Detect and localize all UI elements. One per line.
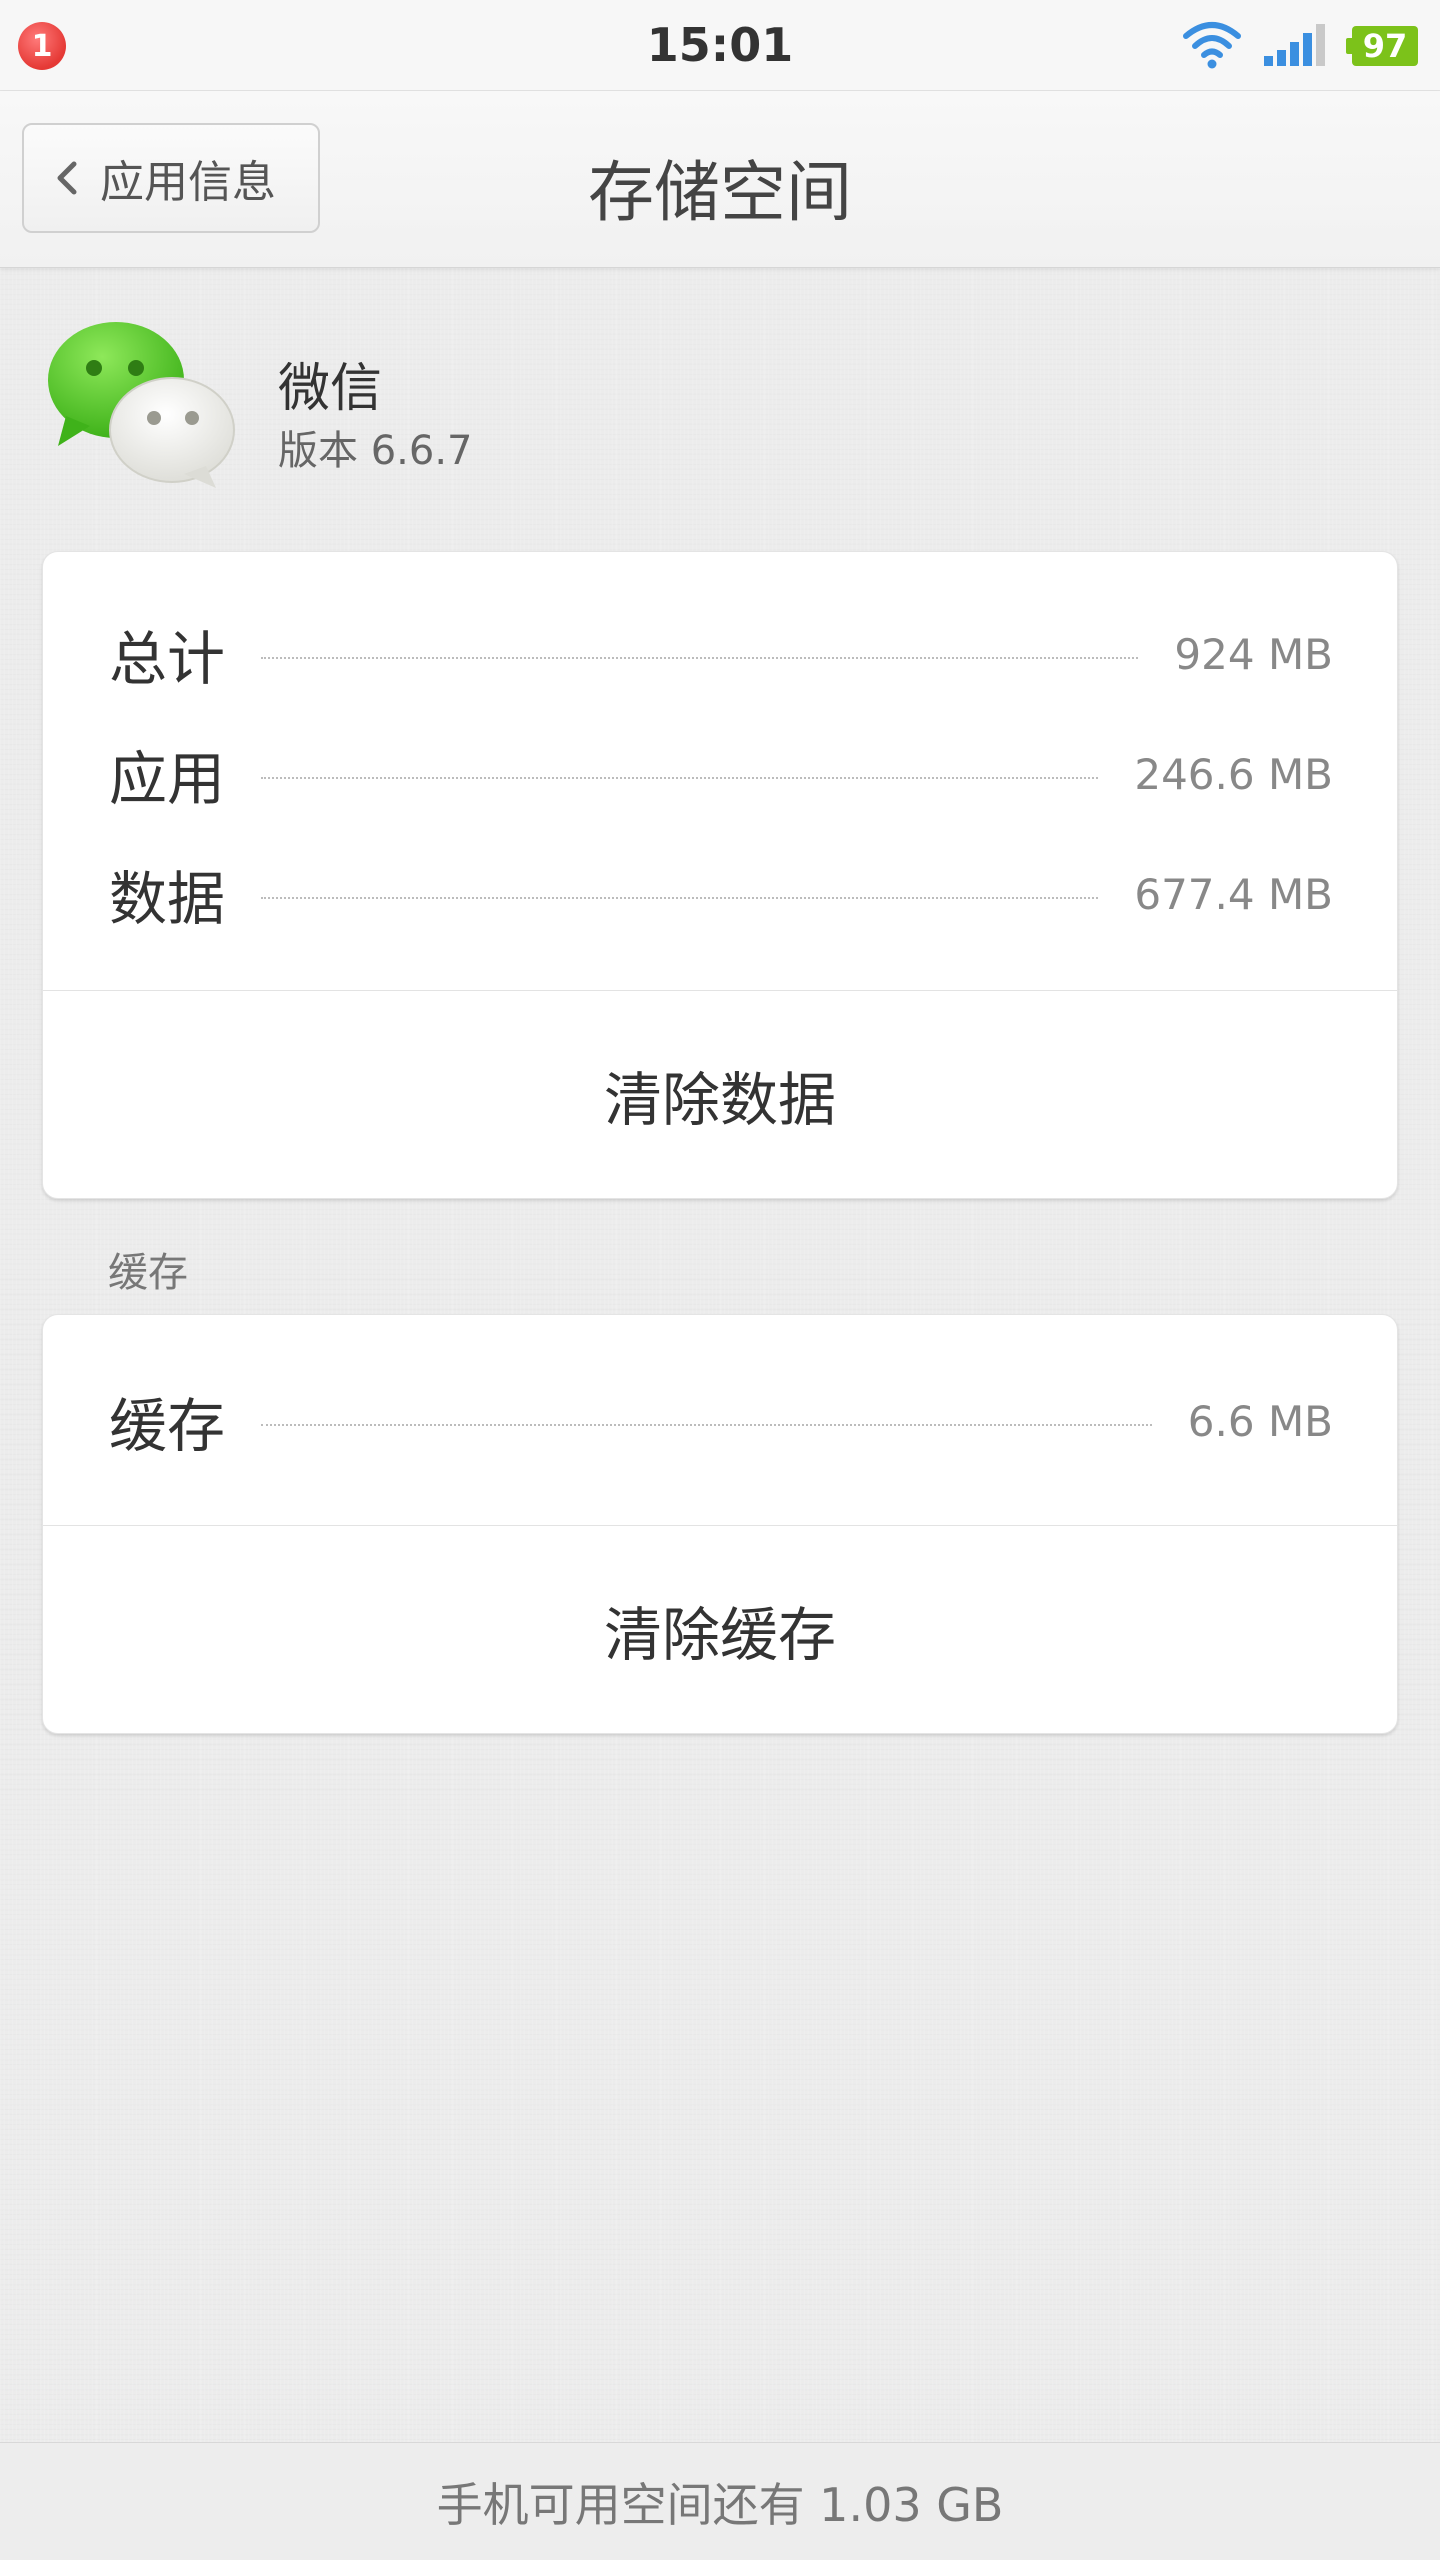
- row-value: 677.4 MB: [1134, 869, 1333, 919]
- page-title: 存储空间: [588, 154, 852, 231]
- available-space-footer: 手机可用空间还有 1.03 GB: [0, 2442, 1440, 2560]
- storage-row-data: 数据 677.4 MB: [109, 854, 1333, 934]
- signal-icon: [1264, 24, 1325, 66]
- storage-card: 总计 924 MB 应用 246.6 MB 数据 677.4 MB 清除数据: [42, 551, 1398, 1199]
- clear-cache-button[interactable]: 清除缓存: [43, 1526, 1397, 1734]
- dotted-leader: [261, 657, 1139, 659]
- storage-row-app: 应用 246.6 MB: [109, 734, 1333, 814]
- row-label: 应用: [109, 745, 226, 813]
- cache-section-label: 缓存: [108, 1250, 188, 1296]
- clear-data-button[interactable]: 清除数据: [43, 991, 1397, 1199]
- storage-row-total: 总计 924 MB: [109, 614, 1333, 694]
- wifi-icon: [1183, 22, 1241, 69]
- row-value: 924 MB: [1174, 629, 1333, 679]
- status-bar: 1 15:01 97: [0, 0, 1440, 91]
- battery-icon: 97: [1346, 26, 1418, 66]
- row-label: 数据: [109, 865, 226, 933]
- wechat-icon: [48, 322, 235, 488]
- battery-level: 97: [1362, 27, 1408, 65]
- cache-card: 缓存 6.6 MB 清除缓存: [42, 1314, 1398, 1734]
- title-bar: 应用信息 存储空间: [0, 91, 1440, 268]
- dotted-leader: [261, 1424, 1152, 1426]
- row-label: 缓存: [109, 1392, 226, 1460]
- dotted-leader: [261, 777, 1099, 779]
- row-value: 6.6 MB: [1187, 1396, 1333, 1446]
- row-value: 246.6 MB: [1134, 749, 1333, 799]
- dotted-leader: [261, 897, 1099, 899]
- app-version: 版本 6.6.7: [278, 428, 473, 474]
- cache-row: 缓存 6.6 MB: [109, 1381, 1333, 1461]
- row-label: 总计: [109, 625, 226, 693]
- app-name: 微信: [278, 359, 383, 419]
